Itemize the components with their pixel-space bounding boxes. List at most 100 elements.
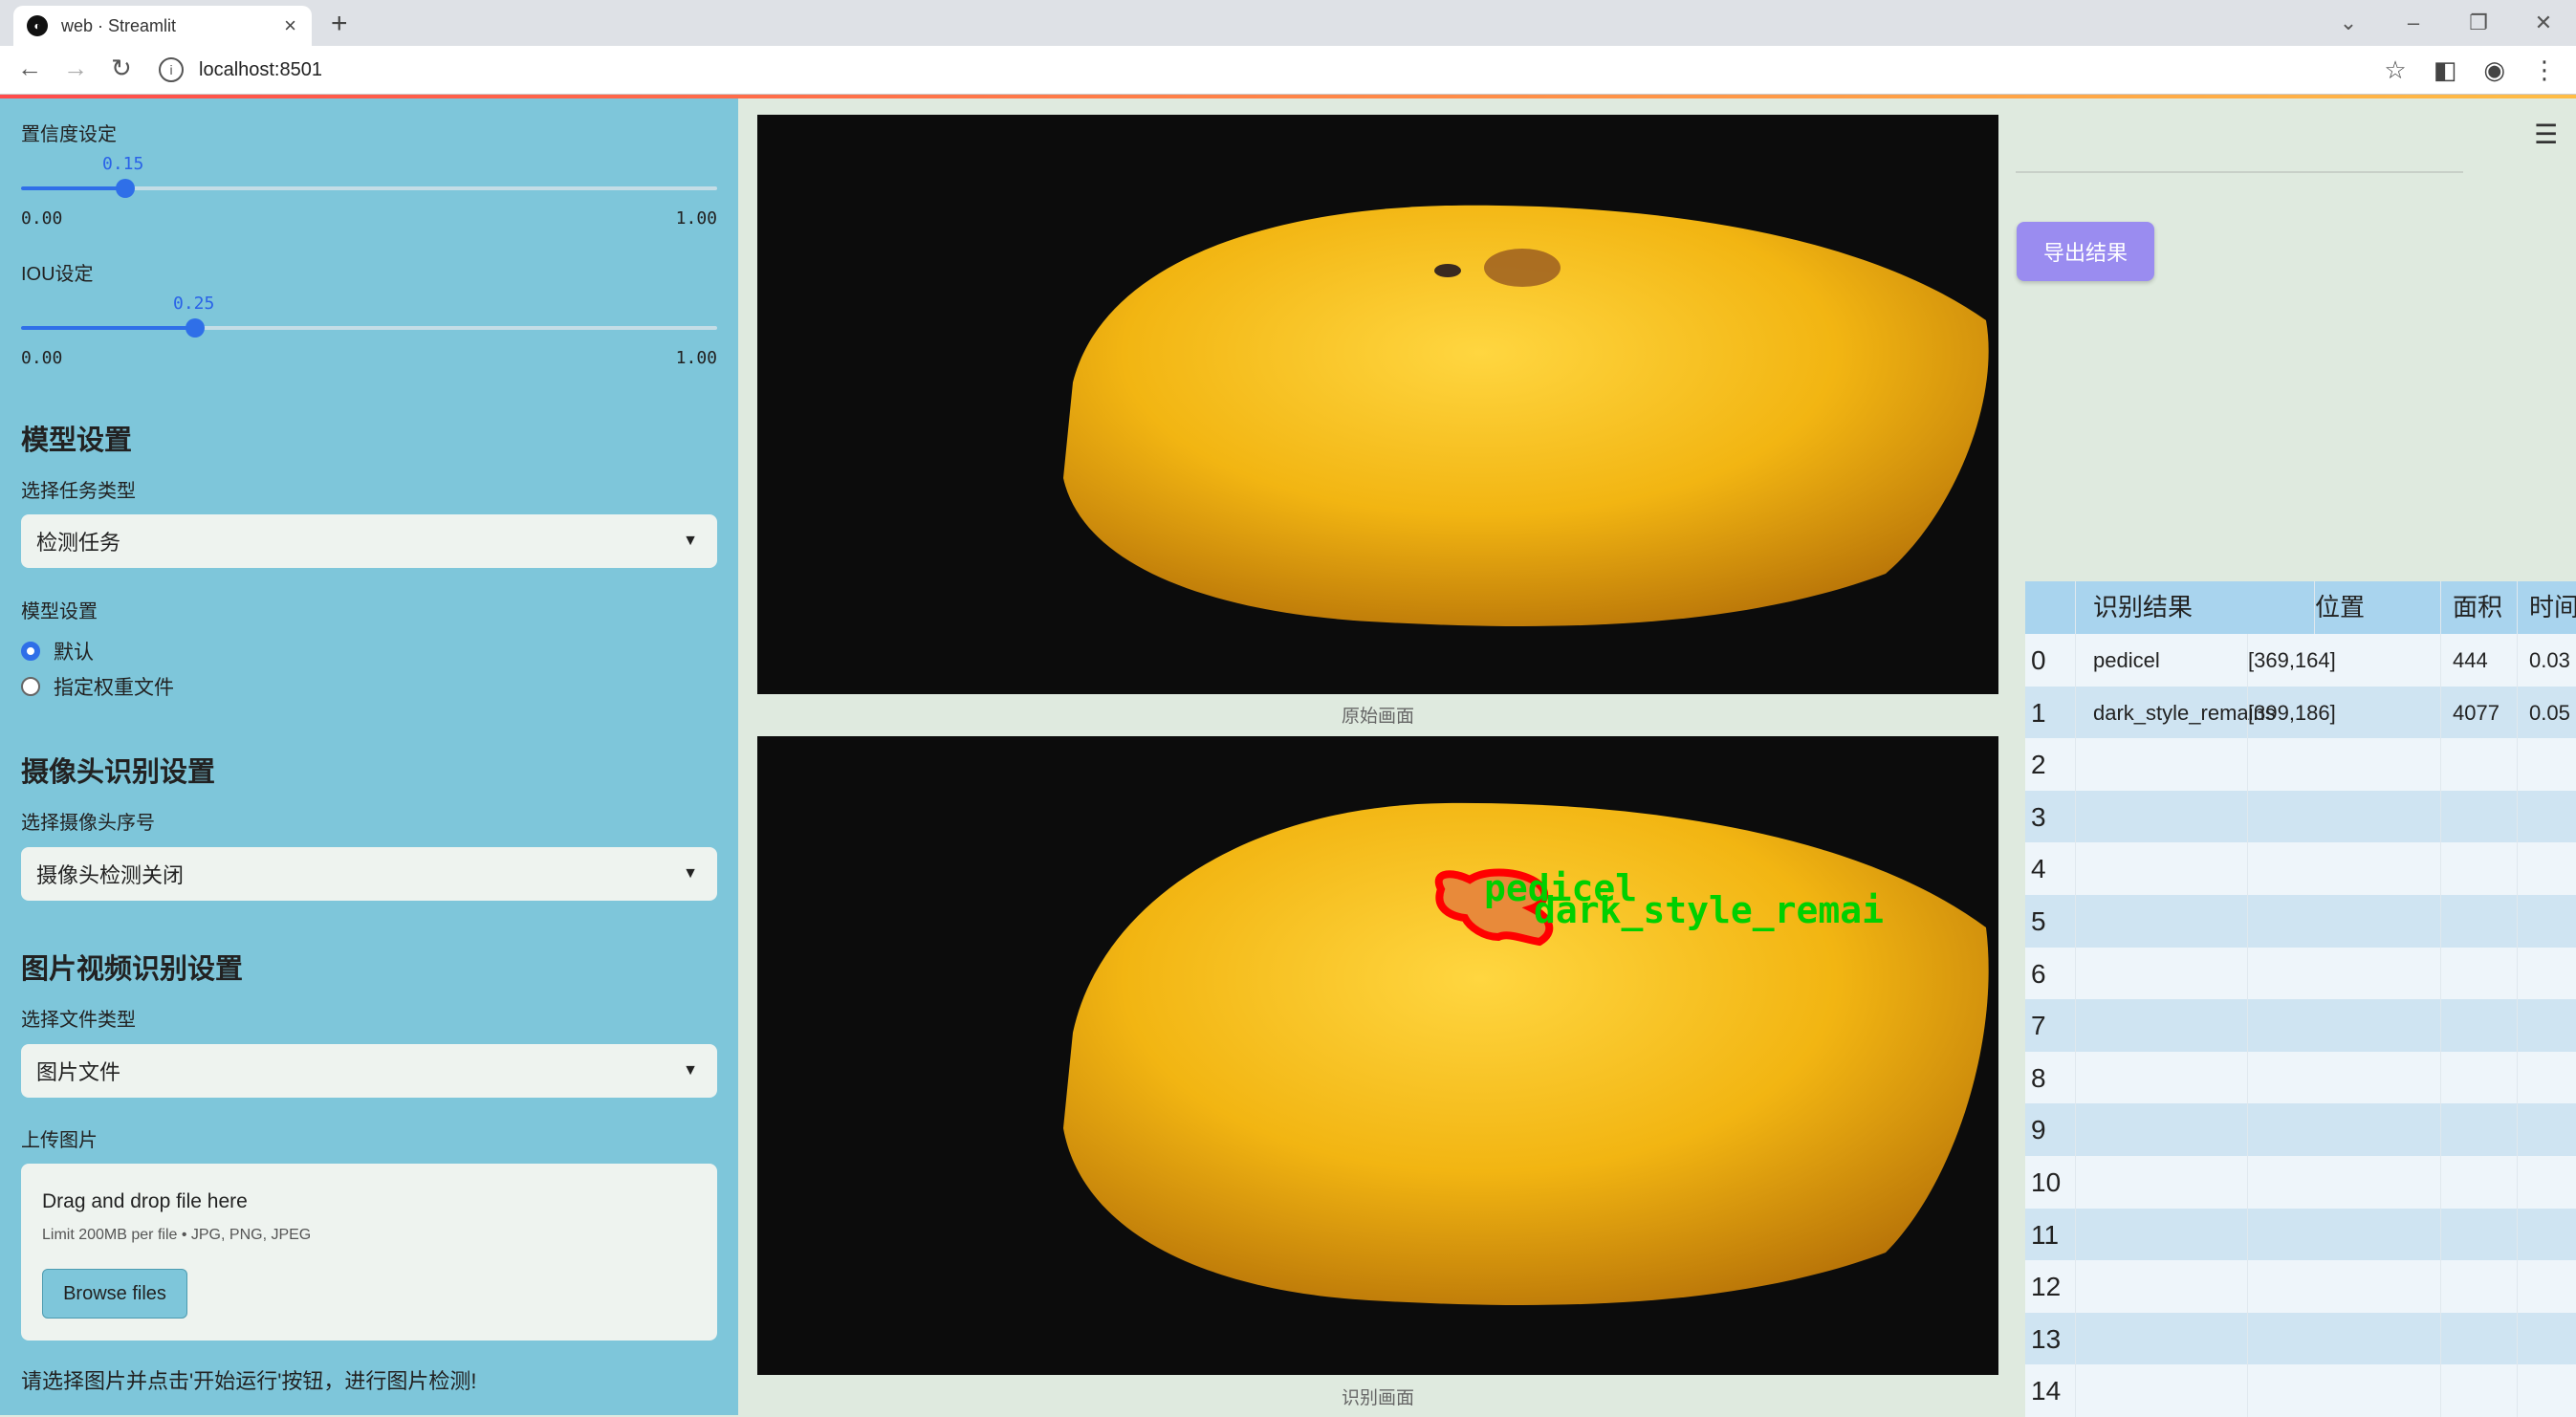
- camera-settings-heading: 摄像头识别设置: [21, 757, 216, 788]
- table-row[interactable]: 2: [2025, 738, 2576, 792]
- row-position: [2247, 1260, 2439, 1314]
- radio-unselected-icon: [21, 677, 40, 696]
- divider: [2016, 171, 2463, 173]
- row-position: [2247, 1312, 2439, 1365]
- model-setting-label: 模型设置: [21, 601, 98, 622]
- table-row[interactable]: 3: [2025, 790, 2576, 843]
- task-type-select[interactable]: 检测任务 ▼: [21, 514, 717, 568]
- profile-avatar-icon[interactable]: ◉: [2483, 55, 2505, 85]
- table-row[interactable]: 6: [2025, 947, 2576, 1000]
- new-tab-icon[interactable]: +: [331, 8, 348, 40]
- row-time: [2517, 842, 2576, 896]
- streamlit-favicon-icon: ◐: [27, 15, 48, 36]
- browser-menu-icon[interactable]: ⋮: [2532, 55, 2557, 85]
- row-time: [2517, 947, 2576, 1000]
- table-row[interactable]: 4: [2025, 842, 2576, 896]
- row-index: 1: [2031, 697, 2046, 728]
- detected-orange-image: pedicel dark_style_remai: [1063, 802, 1989, 1305]
- row-position: [2247, 1156, 2439, 1209]
- row-position: [2247, 999, 2439, 1053]
- row-index: 7: [2031, 1011, 2046, 1041]
- forward-icon[interactable]: →: [63, 54, 88, 83]
- row-time: 0.03: [2517, 634, 2576, 687]
- table-row[interactable]: 12: [2025, 1260, 2576, 1314]
- row-index: 6: [2031, 958, 2046, 989]
- radio-default[interactable]: 默认: [21, 637, 94, 665]
- table-row[interactable]: 10: [2025, 1156, 2576, 1209]
- chevron-down-icon: ▼: [683, 533, 698, 549]
- close-tab-icon[interactable]: ×: [284, 13, 296, 38]
- row-position: [2247, 1051, 2439, 1104]
- row-position: [2247, 895, 2439, 948]
- result-caption: 识别画面: [1341, 1388, 1414, 1408]
- row-time: [2517, 790, 2576, 843]
- browse-files-button[interactable]: Browse files: [42, 1269, 187, 1319]
- browser-tab[interactable]: ◐ web · Streamlit ×: [13, 6, 312, 46]
- file-type-select[interactable]: 图片文件 ▼: [21, 1044, 717, 1098]
- site-info-icon[interactable]: i: [159, 57, 184, 82]
- row-time: 0.05: [2517, 686, 2576, 739]
- row-position: [369,164]: [2247, 634, 2439, 687]
- hamburger-menu-icon[interactable]: ☰: [2534, 119, 2558, 150]
- table-row[interactable]: 7: [2025, 999, 2576, 1053]
- table-row[interactable]: 0 pedicel [369,164] 444 0.03: [2025, 634, 2576, 687]
- table-row[interactable]: 1 dark_style_remains [399,186] 4077 0.05: [2025, 686, 2576, 739]
- row-position: [2247, 738, 2439, 792]
- iou-slider-thumb[interactable]: [186, 318, 205, 338]
- iou-label: IOU设定: [21, 264, 94, 285]
- minimize-icon[interactable]: –: [2381, 11, 2446, 35]
- row-index: 9: [2031, 1115, 2046, 1145]
- address-bar[interactable]: i localhost:8501: [159, 54, 322, 86]
- row-time: [2517, 1312, 2576, 1365]
- table-row[interactable]: 11: [2025, 1208, 2576, 1261]
- back-icon[interactable]: ←: [17, 54, 42, 83]
- iou-min: 0.00: [21, 348, 63, 368]
- file-uploader-dropzone[interactable]: Drag and drop file here Limit 200MB per …: [21, 1164, 717, 1341]
- reload-icon[interactable]: ↻: [111, 54, 132, 83]
- radio-custom-weights[interactable]: 指定权重文件: [21, 672, 174, 701]
- url-text: localhost:8501: [199, 58, 322, 80]
- table-row[interactable]: 5: [2025, 895, 2576, 948]
- confidence-slider[interactable]: [21, 179, 717, 198]
- row-position: [2247, 1208, 2439, 1261]
- row-index: 0: [2031, 645, 2046, 675]
- tab-search-icon[interactable]: ⌄: [2316, 11, 2381, 35]
- browser-tab-strip: ◐ web · Streamlit × + ⌄ – ❐ ✕: [0, 0, 2576, 46]
- export-results-button[interactable]: 导出结果: [2017, 222, 2154, 281]
- radio-default-label: 默认: [54, 642, 94, 664]
- window-close-icon[interactable]: ✕: [2511, 11, 2576, 35]
- camera-select[interactable]: 摄像头检测关闭 ▼: [21, 847, 717, 901]
- side-panel-icon[interactable]: ◧: [2434, 55, 2457, 85]
- confidence-min: 0.00: [21, 208, 63, 229]
- row-index: 8: [2031, 1062, 2046, 1093]
- confidence-slider-thumb[interactable]: [116, 179, 135, 198]
- file-type-label: 选择文件类型: [21, 1010, 136, 1031]
- row-time: [2517, 999, 2576, 1053]
- task-type-label: 选择任务类型: [21, 481, 136, 502]
- camera-select-value: 摄像头检测关闭: [36, 863, 185, 887]
- orange-image: [1063, 205, 1989, 626]
- bookmark-star-icon[interactable]: ☆: [2384, 55, 2406, 85]
- iou-slider[interactable]: [21, 318, 717, 338]
- row-time: [2517, 738, 2576, 792]
- file-type-value: 图片文件: [36, 1060, 121, 1084]
- browser-toolbar: ← → ↻ i localhost:8501 ☆ ◧ ◉ ⋮: [0, 46, 2576, 95]
- row-time: [2517, 1208, 2576, 1261]
- table-row[interactable]: 8: [2025, 1051, 2576, 1104]
- row-time: [2517, 1364, 2576, 1417]
- original-caption: 原始画面: [1341, 707, 1414, 727]
- row-time: [2517, 1051, 2576, 1104]
- row-position: [399,186]: [2247, 686, 2439, 739]
- radio-custom-label: 指定权重文件: [54, 677, 174, 699]
- row-position: [2247, 842, 2439, 896]
- radio-selected-icon: [21, 642, 40, 661]
- restore-icon[interactable]: ❐: [2446, 11, 2511, 35]
- row-index: 3: [2031, 801, 2046, 832]
- iou-max: 1.00: [675, 348, 717, 368]
- table-row[interactable]: 9: [2025, 1103, 2576, 1157]
- table-row[interactable]: 13: [2025, 1312, 2576, 1365]
- table-row[interactable]: 14: [2025, 1364, 2576, 1417]
- row-time: [2517, 1103, 2576, 1157]
- model-settings-heading: 模型设置: [21, 425, 133, 456]
- original-image: [757, 115, 1998, 694]
